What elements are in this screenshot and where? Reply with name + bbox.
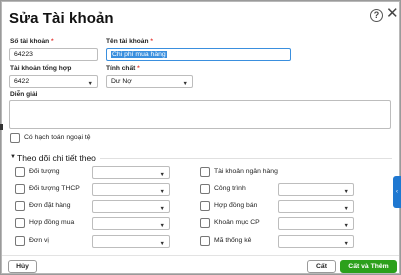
dialog-title: Sửa Tài khoản — [9, 10, 114, 27]
nature-select[interactable]: Dư Nợ ▼ — [106, 75, 193, 88]
select-hop-dong-mua[interactable]: ▼ — [92, 217, 170, 230]
chevron-down-icon: ▼ — [159, 189, 165, 195]
required-marker: * — [137, 65, 140, 72]
label-khoan-muc-cp: Khoản mục CP — [214, 219, 260, 226]
checkbox-doi-tuong[interactable] — [15, 167, 25, 177]
label-doi-tuong: Đối tượng — [29, 168, 60, 175]
select-hop-dong-ban[interactable]: ▼ — [278, 200, 354, 213]
select-doi-tuong[interactable]: ▼ — [92, 166, 170, 179]
side-panel-tab[interactable]: ‹ — [393, 176, 401, 208]
checkbox-don-vi[interactable] — [15, 236, 25, 246]
description-textarea[interactable] — [9, 100, 391, 129]
foreign-currency-label: Có hạch toán ngoại tệ — [24, 134, 91, 141]
checkbox-hop-dong-ban[interactable] — [200, 201, 210, 211]
parent-account-value: 6422 — [14, 78, 30, 85]
account-name-value: Chi phí mua hàng — [111, 51, 167, 58]
select-don-dat-hang[interactable]: ▼ — [92, 200, 170, 213]
nature-label: Tính chất * — [106, 65, 140, 72]
select-doi-tuong-thcp[interactable]: ▼ — [92, 183, 170, 196]
section-divider — [100, 158, 392, 159]
label-doi-tuong-thcp: Đối tượng THCP — [29, 185, 80, 192]
chevron-down-icon: ▼ — [159, 172, 165, 178]
chevron-down-icon: ▼ — [159, 206, 165, 212]
description-label: Diễn giải — [10, 91, 38, 98]
account-name-label-text: Tên tài khoản — [106, 38, 149, 45]
edit-account-dialog: Sửa Tài khoản ? ✕ Số tài khoản * 64223 T… — [1, 1, 400, 274]
account-name-input[interactable]: Chi phí mua hàng — [106, 48, 291, 61]
parent-account-label: Tài khoản tổng hợp — [10, 65, 72, 72]
select-don-vi[interactable]: ▼ — [92, 235, 170, 248]
dialog-footer: Hủy Cất Cất và Thêm — [2, 255, 399, 273]
account-number-label: Số tài khoản * — [10, 38, 54, 45]
label-don-dat-hang: Đơn đặt hàng — [29, 202, 71, 209]
checkbox-doi-tuong-thcp[interactable] — [15, 184, 25, 194]
close-icon[interactable]: ✕ — [386, 6, 399, 21]
label-hop-dong-ban: Hợp đồng bán — [214, 202, 258, 209]
resize-grip[interactable] — [0, 124, 3, 130]
chevron-down-icon: ▼ — [343, 206, 349, 212]
label-don-vi: Đơn vị — [29, 237, 49, 244]
cancel-button[interactable]: Hủy — [8, 260, 37, 273]
checkbox-hop-dong-mua[interactable] — [15, 218, 25, 228]
account-number-value: 64223 — [14, 51, 33, 58]
account-name-label: Tên tài khoản * — [106, 38, 153, 45]
save-button[interactable]: Cất — [307, 260, 336, 273]
checkbox-cong-trinh[interactable] — [200, 184, 210, 194]
checkbox-ma-thong-ke[interactable] — [200, 236, 210, 246]
account-number-label-text: Số tài khoản — [10, 38, 50, 45]
label-hop-dong-mua: Hợp đồng mua — [29, 219, 75, 226]
label-ma-thong-ke: Mã thống kê — [214, 237, 252, 244]
chevron-down-icon: ▼ — [159, 223, 165, 229]
save-and-add-button[interactable]: Cất và Thêm — [340, 260, 397, 273]
foreign-currency-checkbox[interactable] — [10, 133, 20, 143]
help-icon[interactable]: ? — [370, 9, 383, 22]
checkbox-tai-khoan-ngan-hang[interactable] — [200, 167, 210, 177]
chevron-down-icon: ▼ — [182, 81, 188, 87]
chevron-down-icon: ▼ — [159, 241, 165, 247]
chevron-down-icon: ▼ — [343, 223, 349, 229]
chevron-down-icon: ▼ — [87, 81, 93, 87]
select-ma-thong-ke[interactable]: ▼ — [278, 235, 354, 248]
nature-value: Dư Nợ — [111, 78, 132, 85]
detail-section-title[interactable]: Theo dõi chi tiết theo — [17, 153, 96, 163]
select-cong-trinh[interactable]: ▼ — [278, 183, 354, 196]
select-khoan-muc-cp[interactable]: ▼ — [278, 217, 354, 230]
checkbox-don-dat-hang[interactable] — [15, 201, 25, 211]
chevron-down-icon: ▼ — [343, 189, 349, 195]
label-cong-trinh: Công trình — [214, 185, 246, 192]
label-tai-khoan-ngan-hang: Tài khoản ngân hàng — [214, 168, 278, 175]
checkbox-khoan-muc-cp[interactable] — [200, 218, 210, 228]
chevron-down-icon: ▼ — [343, 241, 349, 247]
required-marker: * — [150, 38, 153, 45]
account-number-input[interactable]: 64223 — [9, 48, 98, 61]
collapse-toggle-icon[interactable]: ▼ — [10, 154, 16, 160]
chevron-left-icon: ‹ — [396, 189, 398, 195]
required-marker: * — [51, 38, 54, 45]
nature-label-text: Tính chất — [106, 65, 136, 72]
parent-account-select[interactable]: 6422 ▼ — [9, 75, 98, 88]
